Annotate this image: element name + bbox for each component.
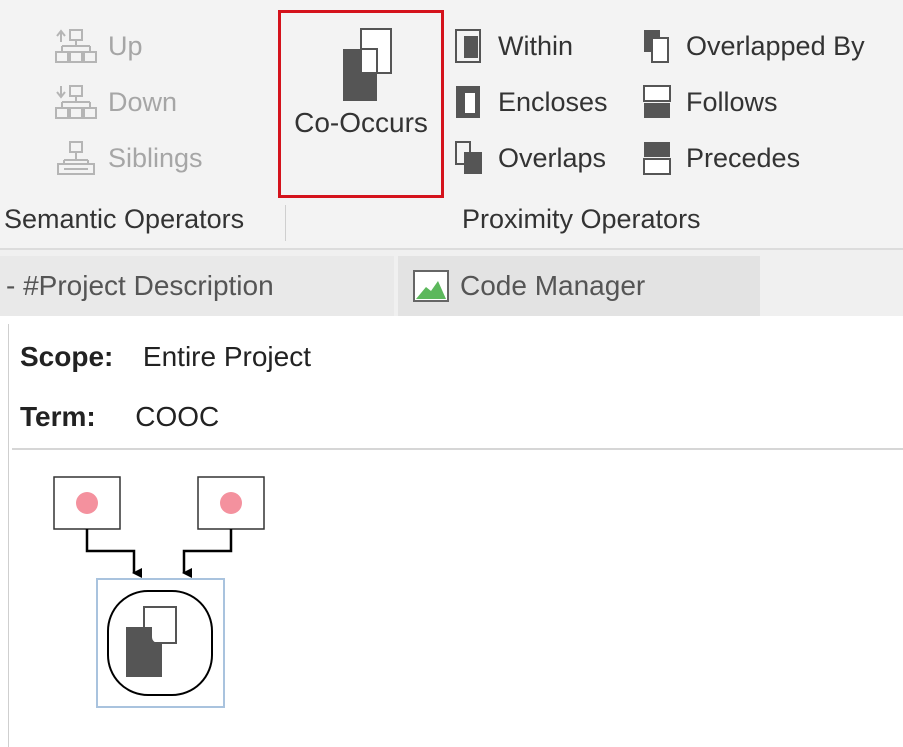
within-button[interactable]: Within bbox=[454, 26, 573, 66]
overlaps-icon bbox=[455, 141, 482, 174]
code-node-left[interactable] bbox=[53, 476, 121, 530]
up-button[interactable]: Up bbox=[54, 26, 143, 66]
precedes-label: Precedes bbox=[686, 142, 801, 173]
tab-project-description[interactable]: - #Project Description bbox=[0, 256, 394, 316]
follows-icon bbox=[643, 85, 671, 118]
up-hierarchy-icon bbox=[55, 29, 97, 63]
tab-label: - #Project Description bbox=[6, 270, 274, 301]
term-value: COOC bbox=[135, 401, 220, 432]
follows-label: Follows bbox=[686, 86, 778, 117]
query-diagram bbox=[53, 476, 265, 708]
within-icon bbox=[455, 29, 481, 63]
cooccurs-label: Co-Occurs bbox=[294, 107, 428, 138]
down-button[interactable]: Down bbox=[54, 82, 177, 122]
overlapped-by-label: Overlapped By bbox=[686, 30, 865, 61]
tab-code-manager[interactable]: Code Manager bbox=[398, 256, 760, 316]
tab-label: Code Manager bbox=[460, 270, 646, 301]
term-key: Term: bbox=[20, 401, 96, 432]
within-label: Within bbox=[498, 30, 574, 61]
code-node-right[interactable] bbox=[197, 476, 265, 530]
semantic-operators-group-label: Semantic Operators bbox=[4, 204, 245, 234]
cooccurs-button[interactable]: Co-Occurs bbox=[278, 10, 444, 198]
overlaps-button[interactable]: Overlaps bbox=[454, 138, 606, 178]
connector-left bbox=[85, 529, 142, 578]
follows-button[interactable]: Follows bbox=[642, 82, 778, 122]
encloses-icon bbox=[456, 86, 480, 118]
encloses-button[interactable]: Encloses bbox=[454, 82, 608, 122]
scope-row: Scope: Entire Project bbox=[20, 341, 311, 373]
precedes-icon bbox=[643, 142, 671, 175]
overlaps-label: Overlaps bbox=[498, 142, 607, 173]
group-separator bbox=[285, 205, 286, 241]
down-label: Down bbox=[108, 86, 178, 117]
encloses-label: Encloses bbox=[498, 86, 608, 117]
content-divider bbox=[12, 448, 903, 450]
down-hierarchy-icon bbox=[55, 85, 97, 119]
connector-right bbox=[182, 529, 233, 578]
overlapped-by-icon bbox=[644, 30, 669, 63]
cooccurs-icon bbox=[343, 28, 392, 101]
term-row: Term: COOC bbox=[20, 401, 219, 433]
scope-key: Scope: bbox=[20, 341, 114, 372]
scope-value: Entire Project bbox=[142, 341, 311, 372]
siblings-button[interactable]: Siblings bbox=[54, 138, 203, 178]
precedes-button[interactable]: Precedes bbox=[642, 138, 800, 178]
overlapped-by-button[interactable]: Overlapped By bbox=[642, 26, 865, 66]
code-manager-icon bbox=[413, 270, 449, 302]
proximity-operators-group-label: Proximity Operators bbox=[462, 204, 701, 234]
content-left-border bbox=[8, 324, 9, 747]
siblings-hierarchy-icon bbox=[57, 141, 95, 175]
siblings-label: Siblings bbox=[108, 142, 203, 173]
up-label: Up bbox=[108, 30, 143, 61]
cooccurs-operator-node[interactable] bbox=[96, 578, 225, 708]
